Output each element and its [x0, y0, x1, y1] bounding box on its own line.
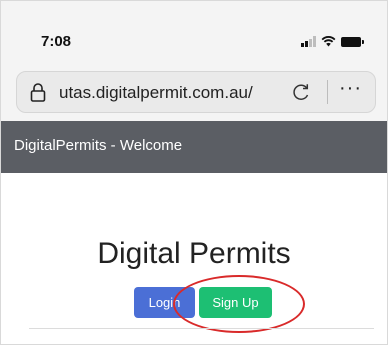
status-bar: 7:08 — [1, 1, 387, 63]
battery-icon — [341, 37, 364, 47]
lock-icon — [30, 83, 46, 102]
status-icons — [301, 35, 364, 47]
site-navbar: DigitalPermits - Welcome — [1, 121, 387, 173]
url-field[interactable]: utas.digitalpermit.com.au/ ··· — [16, 71, 376, 113]
status-time: 7:08 — [41, 33, 72, 50]
reload-icon[interactable] — [291, 82, 311, 102]
address-divider — [327, 80, 328, 104]
phone-screen: 7:08 utas.digitalpermit.com.au/ ··· Digi… — [0, 0, 388, 345]
main-content: Digital Permits Login Sign Up — [1, 173, 387, 344]
wifi-icon — [321, 36, 336, 47]
highlight-circle-annotation — [173, 275, 305, 333]
more-icon[interactable]: ··· — [339, 77, 362, 100]
browser-address-bar: utas.digitalpermit.com.au/ ··· — [1, 63, 387, 121]
navbar-brand[interactable]: DigitalPermits - Welcome — [14, 137, 182, 154]
url-text: utas.digitalpermit.com.au/ — [59, 83, 253, 102]
signal-icon — [301, 36, 316, 47]
content-divider — [29, 328, 374, 329]
page-title: Digital Permits — [97, 237, 291, 270]
